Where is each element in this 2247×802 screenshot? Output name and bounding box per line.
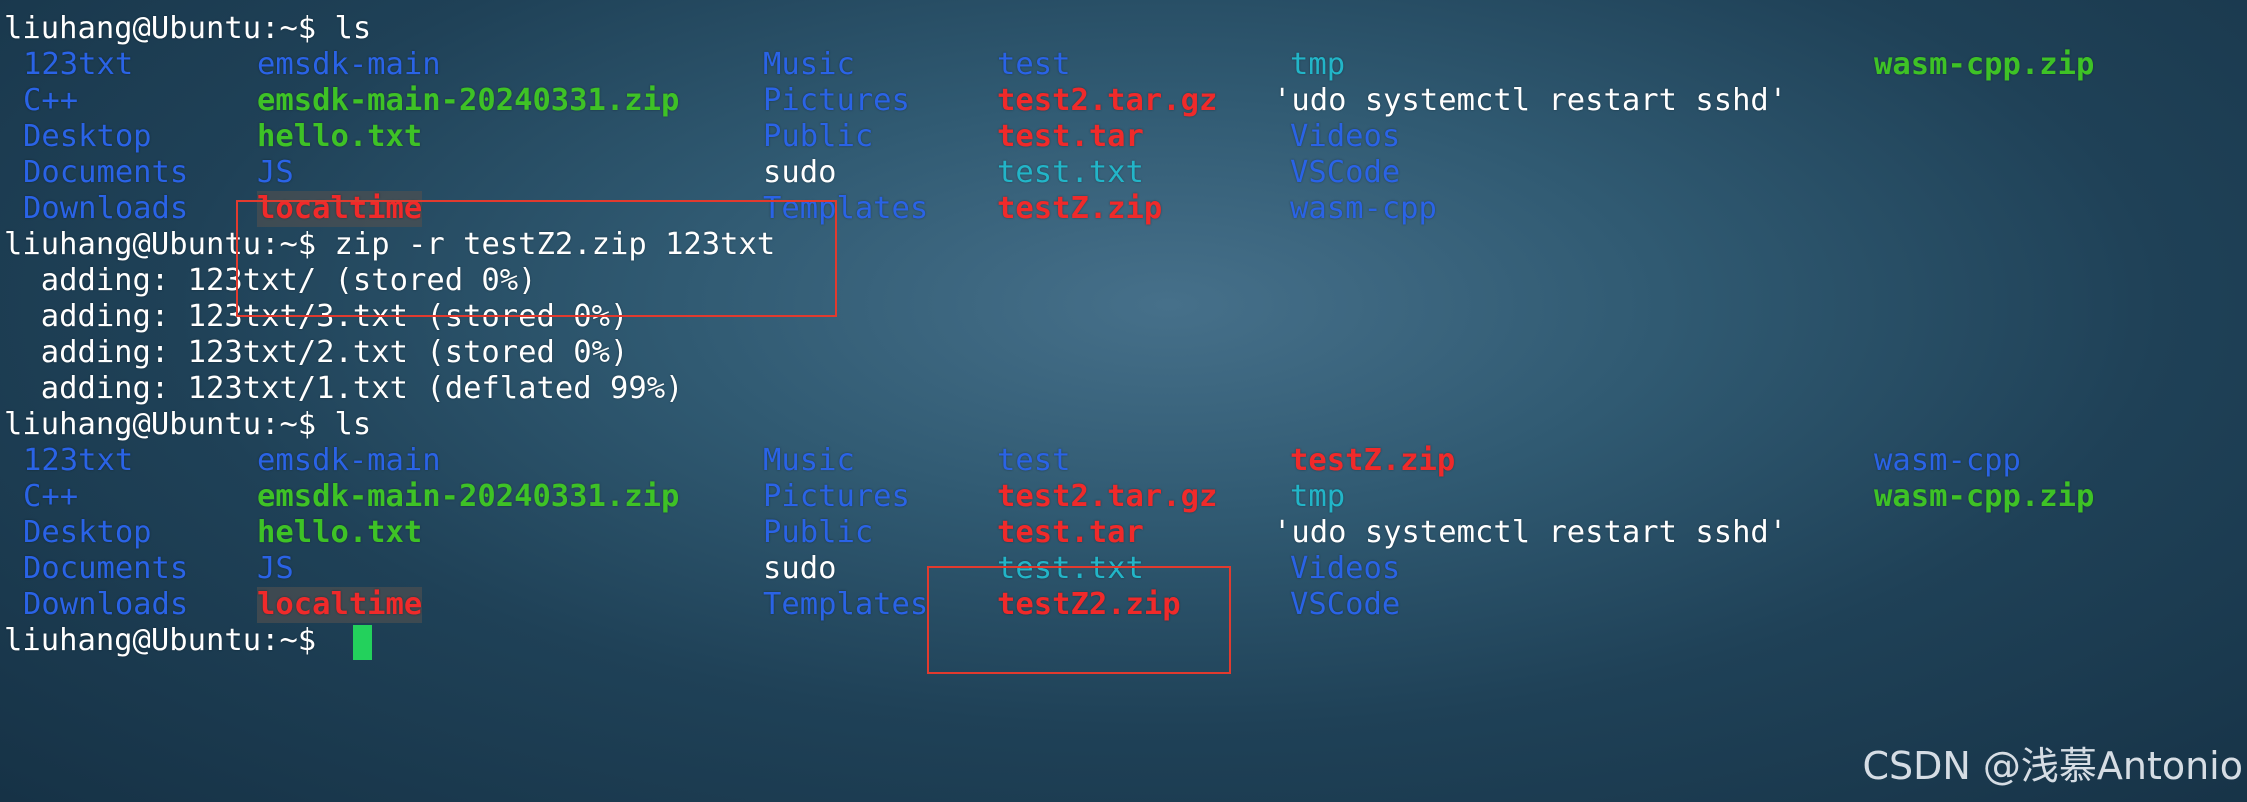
ls-entry-archive: testZ.zip	[997, 191, 1163, 226]
ls-entry-executable: emsdk-main-20240331.zip	[257, 479, 680, 514]
ls-entry-dir: Videos	[1290, 119, 1401, 154]
ls-entry-executable: wasm-cpp.zip	[1874, 47, 2095, 82]
ls-entry-archive: test2.tar.gz	[997, 479, 1218, 514]
prompt-line: liuhang@Ubuntu:~$	[4, 623, 316, 659]
highlight-box	[236, 200, 837, 317]
ls-entry-symlink: tmp	[1290, 47, 1346, 82]
ls-entry-dir: Videos	[1290, 551, 1401, 586]
ls-entry-dir: test	[997, 443, 1071, 478]
prompt: liuhang@Ubuntu:~$	[4, 623, 317, 658]
ls-entry-symlink: tmp	[1290, 479, 1346, 514]
ls-entry-executable: wasm-cpp.zip	[1874, 479, 2095, 514]
ls-entry-dir: emsdk-main	[257, 443, 441, 478]
ls-entry-executable: hello.txt	[257, 515, 423, 550]
watermark: CSDN @浅慕Antonio	[1862, 744, 2243, 788]
ls-entry-dir: Pictures	[763, 479, 910, 514]
command: ls	[334, 11, 372, 46]
ls-entry-dir: Music	[763, 47, 855, 82]
ls-entry-symlink: test.txt	[997, 155, 1144, 190]
ls-entry-executable: emsdk-main-20240331.zip	[257, 83, 680, 118]
ls-entry-file: sudo	[763, 551, 837, 586]
command: ls	[334, 407, 372, 442]
ls-entry-dir: Music	[763, 443, 855, 478]
ls-entry-dir: JS	[257, 155, 294, 190]
ls-entry-dir: Documents	[23, 155, 189, 190]
ls-entry-dir: Desktop	[23, 119, 152, 154]
ls-entry-archive: test.tar	[997, 515, 1144, 550]
ls-entry-dir: Public	[763, 119, 874, 154]
ls-entry-dir: 123txt	[23, 47, 134, 82]
ls-entry-dir: Public	[763, 515, 874, 550]
ls-entry-archive: test.tar	[997, 119, 1144, 154]
ls-entry-archive: testZ.zip	[1290, 443, 1456, 478]
output-line: adding: 123txt/2.txt (stored 0%)	[4, 335, 629, 370]
ls-entry-dir: VSCode	[1290, 587, 1401, 622]
ls-entry-broken-link: localtime	[257, 587, 423, 623]
ls-entry-dir: 123txt	[23, 443, 134, 478]
ls-entry-file: 'udo systemctl restart sshd'	[1273, 83, 1788, 118]
ls-entry-archive: test2.tar.gz	[997, 83, 1218, 118]
ls-entry-file: sudo	[763, 155, 837, 190]
ls-entry-dir: Downloads	[23, 191, 189, 226]
ls-entry-dir: wasm-cpp	[1874, 443, 2021, 478]
ls-entry-dir: test	[997, 47, 1071, 82]
prompt-line: liuhang@Ubuntu:~$ ls	[4, 407, 371, 443]
prompt-line: liuhang@Ubuntu:~$ ls	[4, 11, 371, 47]
ls-entry-dir: Documents	[23, 551, 189, 586]
prompt: liuhang@Ubuntu:~$	[4, 407, 317, 442]
ls-entry-file: 'udo systemctl restart sshd'	[1273, 515, 1788, 550]
ls-entry-dir: emsdk-main	[257, 47, 441, 82]
ls-entry-dir: Downloads	[23, 587, 189, 622]
text-cursor[interactable]	[353, 625, 372, 660]
ls-entry-dir: Pictures	[763, 83, 910, 118]
output-line: adding: 123txt/1.txt (deflated 99%)	[4, 371, 684, 406]
prompt: liuhang@Ubuntu:~$	[4, 11, 317, 46]
ls-entry-dir: C++	[23, 479, 79, 514]
terminal-window[interactable]: liuhang@Ubuntu:~$ ls 123txt C++ Desktop …	[0, 0, 2247, 802]
ls-entry-dir: C++	[23, 83, 79, 118]
highlight-box	[927, 566, 1231, 674]
ls-entry-dir: wasm-cpp	[1290, 191, 1437, 226]
ls-entry-dir: Desktop	[23, 515, 152, 550]
ls-entry-dir: Templates	[763, 587, 929, 622]
ls-entry-dir: VSCode	[1290, 155, 1401, 190]
ls-entry-executable: hello.txt	[257, 119, 423, 154]
ls-entry-dir: JS	[257, 551, 294, 586]
